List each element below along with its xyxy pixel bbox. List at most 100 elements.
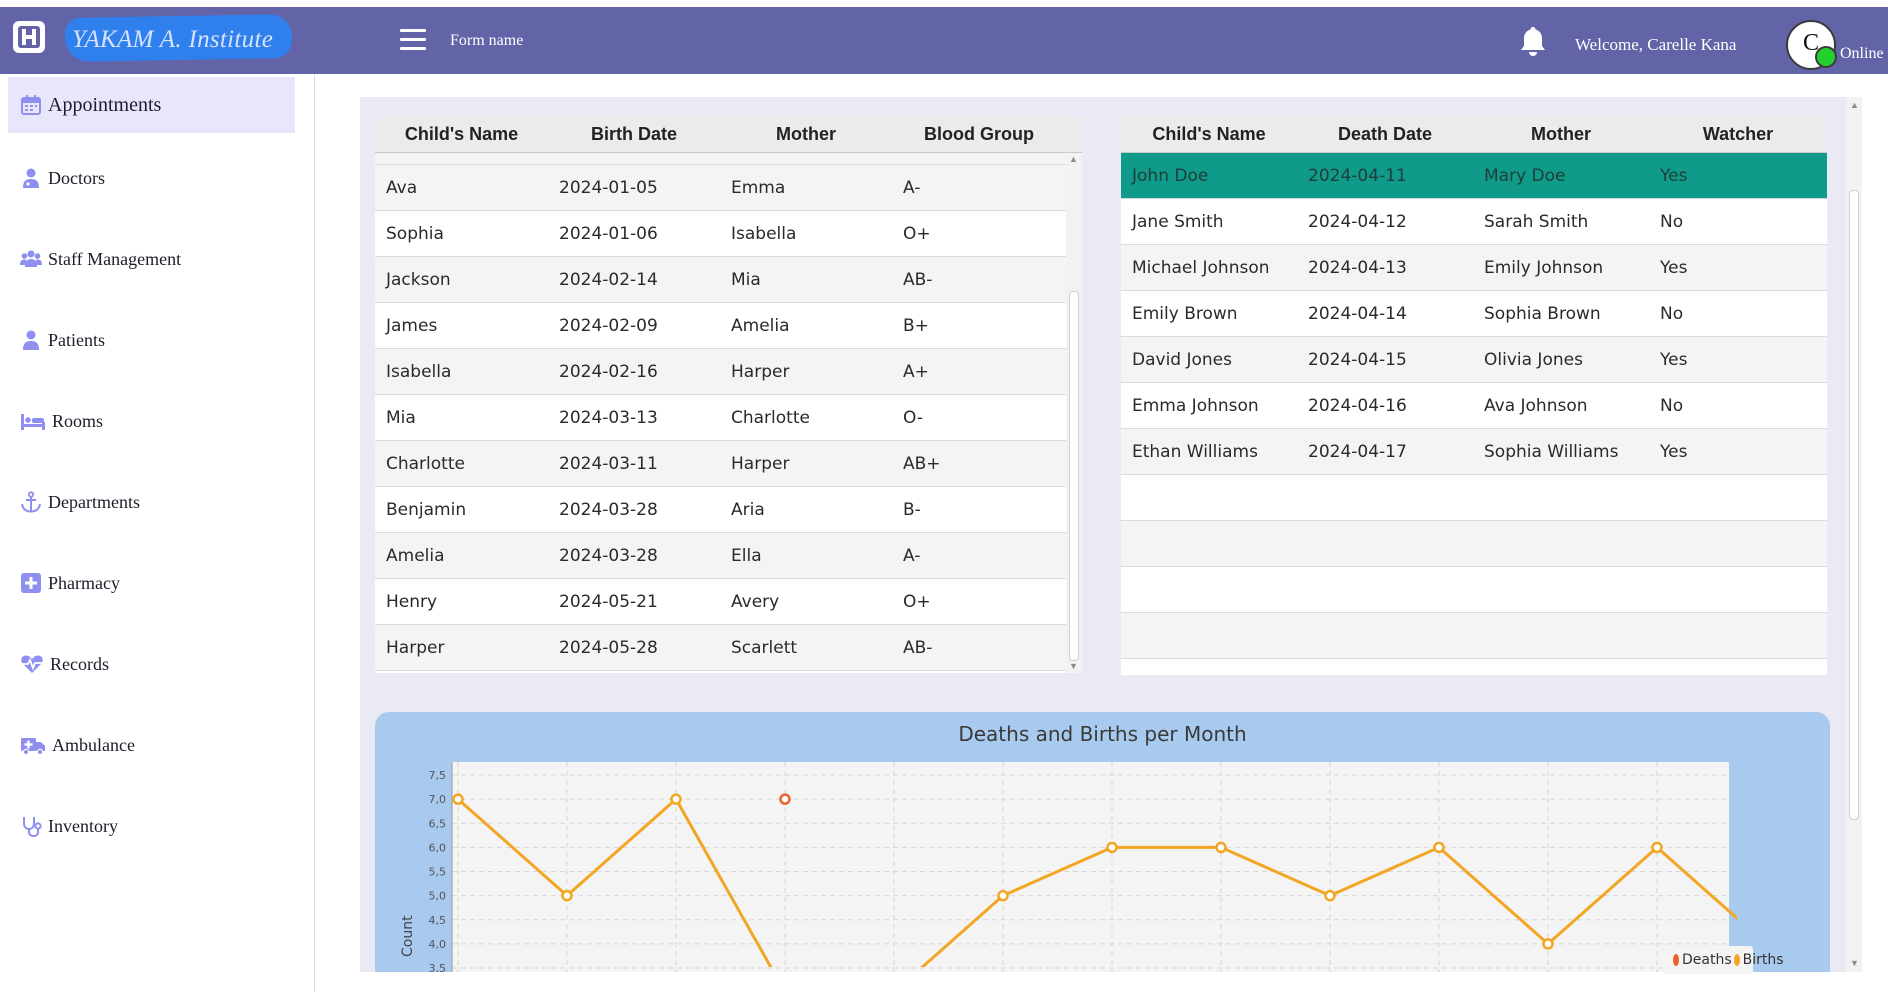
table-row[interactable]: Emily Brown 2024-04-14 Sophia Brown No bbox=[1121, 291, 1827, 337]
sidebar-item-staff-management[interactable]: Staff Management bbox=[8, 231, 295, 287]
table-row[interactable]: Charlotte 2024-03-11 Harper AB+ bbox=[375, 441, 1082, 487]
table-cell: Yes bbox=[1660, 349, 1688, 370]
sidebar-item-label: Staff Management bbox=[48, 248, 182, 269]
table-row[interactable]: Emma Johnson 2024-04-16 Ava Johnson No bbox=[1121, 383, 1827, 429]
table-cell: 2024-03-28 bbox=[559, 545, 658, 566]
main-scroll-up-icon[interactable]: ▲ bbox=[1850, 100, 1859, 110]
y-tick-label: 5,5 bbox=[429, 866, 447, 879]
table-cell: B- bbox=[903, 499, 921, 520]
hospital-logo-icon[interactable] bbox=[12, 20, 46, 54]
table-cell: A- bbox=[903, 545, 921, 566]
table-row[interactable]: James 2024-02-09 Amelia B+ bbox=[375, 303, 1082, 349]
menu-toggle-icon[interactable] bbox=[400, 29, 426, 51]
births-scroll-down-icon[interactable]: ▼ bbox=[1069, 661, 1078, 671]
table-row[interactable]: Sophia 2024-01-06 Isabella O+ bbox=[375, 211, 1082, 257]
deaths-table-body: John Doe 2024-04-11 Mary Doe Yes Jane Smith 2… bbox=[1121, 153, 1827, 659]
births-scrollbar-thumb[interactable] bbox=[1069, 291, 1079, 661]
sidebar-item-doctors[interactable]: Doctors bbox=[8, 150, 295, 206]
table-row[interactable]: Henry 2024-05-21 Avery O+ bbox=[375, 579, 1082, 625]
table-row[interactable]: Mia 2024-03-13 Charlotte O- bbox=[375, 395, 1082, 441]
table-row[interactable]: Ethan Williams 2024-04-17 Sophia Williams Y… bbox=[1121, 429, 1827, 475]
table-cell: Emma Johnson bbox=[1132, 395, 1259, 416]
main-scroll-down-icon[interactable]: ▼ bbox=[1850, 958, 1859, 968]
table-cell: Emma bbox=[731, 177, 786, 198]
deaths-table: Child's Name Death Date Mother Watcher J… bbox=[1121, 117, 1827, 675]
sidebar-item-ambulance[interactable]: Ambulance bbox=[8, 717, 295, 773]
table-row[interactable]: Isabella 2024-02-16 Harper A+ bbox=[375, 349, 1082, 395]
sidebar-item-records[interactable]: Records bbox=[8, 636, 295, 692]
stethoscope-icon bbox=[23, 817, 42, 837]
column-header[interactable]: Blood Group bbox=[892, 117, 1066, 152]
y-tick-label: 7,0 bbox=[429, 793, 447, 806]
heartbeat-icon bbox=[21, 655, 43, 673]
table-cell: Yes bbox=[1660, 165, 1688, 186]
table-cell: 2024-05-28 bbox=[559, 637, 658, 658]
table-row[interactable]: Jackson 2024-02-14 Mia AB- bbox=[375, 257, 1082, 303]
column-header[interactable]: Birth Date bbox=[548, 117, 720, 152]
table-cell: David Jones bbox=[1132, 349, 1232, 370]
y-tick-label: 3,5 bbox=[429, 962, 447, 972]
data-point-births[interactable] bbox=[1542, 938, 1554, 950]
table-row[interactable]: Benjamin 2024-03-28 Aria B- bbox=[375, 487, 1082, 533]
data-point-births[interactable] bbox=[670, 793, 682, 805]
table-cell: Isabella bbox=[386, 361, 452, 382]
sidebar-item-patients[interactable]: Patients bbox=[8, 312, 295, 368]
data-point-births[interactable] bbox=[1106, 841, 1118, 854]
main-scrollbar-thumb[interactable] bbox=[1849, 190, 1859, 820]
sidebar-item-appointments[interactable]: Appointments bbox=[8, 77, 295, 133]
sidebar-item-label: Pharmacy bbox=[48, 572, 120, 593]
data-point-births[interactable] bbox=[1762, 939, 1771, 948]
table-row[interactable]: Harper 2024-05-28 Scarlett AB- bbox=[375, 625, 1082, 671]
brand-name: YAKAM A. Institute bbox=[72, 26, 274, 53]
column-header[interactable]: Watcher bbox=[1649, 117, 1827, 152]
y-tick-label: 6,5 bbox=[429, 817, 447, 830]
table-row[interactable]: Michael Johnson 2024-04-13 Emily Johnson Ye… bbox=[1121, 245, 1827, 291]
table-cell: Avery bbox=[731, 591, 780, 612]
table-row[interactable]: John Doe 2024-04-11 Mary Doe Yes bbox=[1121, 153, 1827, 199]
table-row[interactable]: David Jones 2024-04-15 Olivia Jones Yes bbox=[1121, 337, 1827, 383]
table-cell: Yes bbox=[1660, 441, 1688, 462]
online-status-label: Online bbox=[1840, 45, 1884, 62]
column-header[interactable]: Death Date bbox=[1297, 117, 1473, 152]
data-point-births[interactable] bbox=[1651, 841, 1663, 854]
plus-square-icon bbox=[21, 573, 41, 593]
column-header[interactable]: Child's Name bbox=[1121, 117, 1297, 152]
table-row[interactable]: Ava 2024-01-05 Emma A- bbox=[375, 165, 1082, 211]
births-scroll-up-icon[interactable]: ▲ bbox=[1069, 154, 1078, 164]
table-cell: Ethan Williams bbox=[1132, 441, 1258, 462]
empty-row bbox=[1121, 475, 1827, 521]
table-row[interactable]: Jane Smith 2024-04-12 Sarah Smith No bbox=[1121, 199, 1827, 245]
sidebar: Appointments Doctors Staff Management Pa… bbox=[0, 74, 315, 992]
data-point-births[interactable] bbox=[1433, 841, 1445, 854]
table-cell: A- bbox=[903, 177, 921, 198]
table-cell: Emily Brown bbox=[1132, 303, 1238, 324]
sidebar-item-rooms[interactable]: Rooms bbox=[8, 393, 295, 449]
sidebar-item-inventory[interactable]: Inventory bbox=[8, 798, 295, 854]
online-status-dot bbox=[1815, 46, 1837, 68]
table-cell: No bbox=[1660, 211, 1684, 232]
column-header[interactable]: Child's Name bbox=[375, 117, 548, 152]
data-point-births[interactable] bbox=[1324, 889, 1336, 902]
notification-bell-icon[interactable] bbox=[1518, 25, 1548, 57]
sidebar-item-pharmacy[interactable]: Pharmacy bbox=[8, 555, 295, 611]
sidebar-item-departments[interactable]: Departments bbox=[8, 474, 295, 530]
data-point-deaths[interactable] bbox=[779, 793, 791, 805]
table-cell: AB- bbox=[903, 637, 933, 658]
table-cell: 2024-04-14 bbox=[1308, 303, 1407, 324]
column-header[interactable]: Mother bbox=[720, 117, 892, 152]
sidebar-item-label: Departments bbox=[48, 491, 140, 512]
main-scrollbar[interactable] bbox=[1846, 97, 1862, 972]
table-cell: Amelia bbox=[731, 315, 790, 336]
table-row[interactable]: Amelia 2024-03-28 Ella A- bbox=[375, 533, 1082, 579]
data-point-births[interactable] bbox=[997, 889, 1009, 902]
column-header[interactable]: Mother bbox=[1473, 117, 1649, 152]
table-cell: 2024-03-13 bbox=[559, 407, 658, 428]
table-cell: 2024-01-05 bbox=[559, 177, 658, 198]
y-tick-label: 4,5 bbox=[429, 914, 447, 927]
data-point-births[interactable] bbox=[452, 793, 464, 805]
births-table-scrollbar[interactable] bbox=[1066, 153, 1082, 673]
data-point-births[interactable] bbox=[561, 889, 573, 902]
table-cell: Scarlett bbox=[731, 637, 798, 658]
data-point-births[interactable] bbox=[1215, 841, 1227, 854]
table-cell: 2024-02-16 bbox=[559, 361, 658, 382]
